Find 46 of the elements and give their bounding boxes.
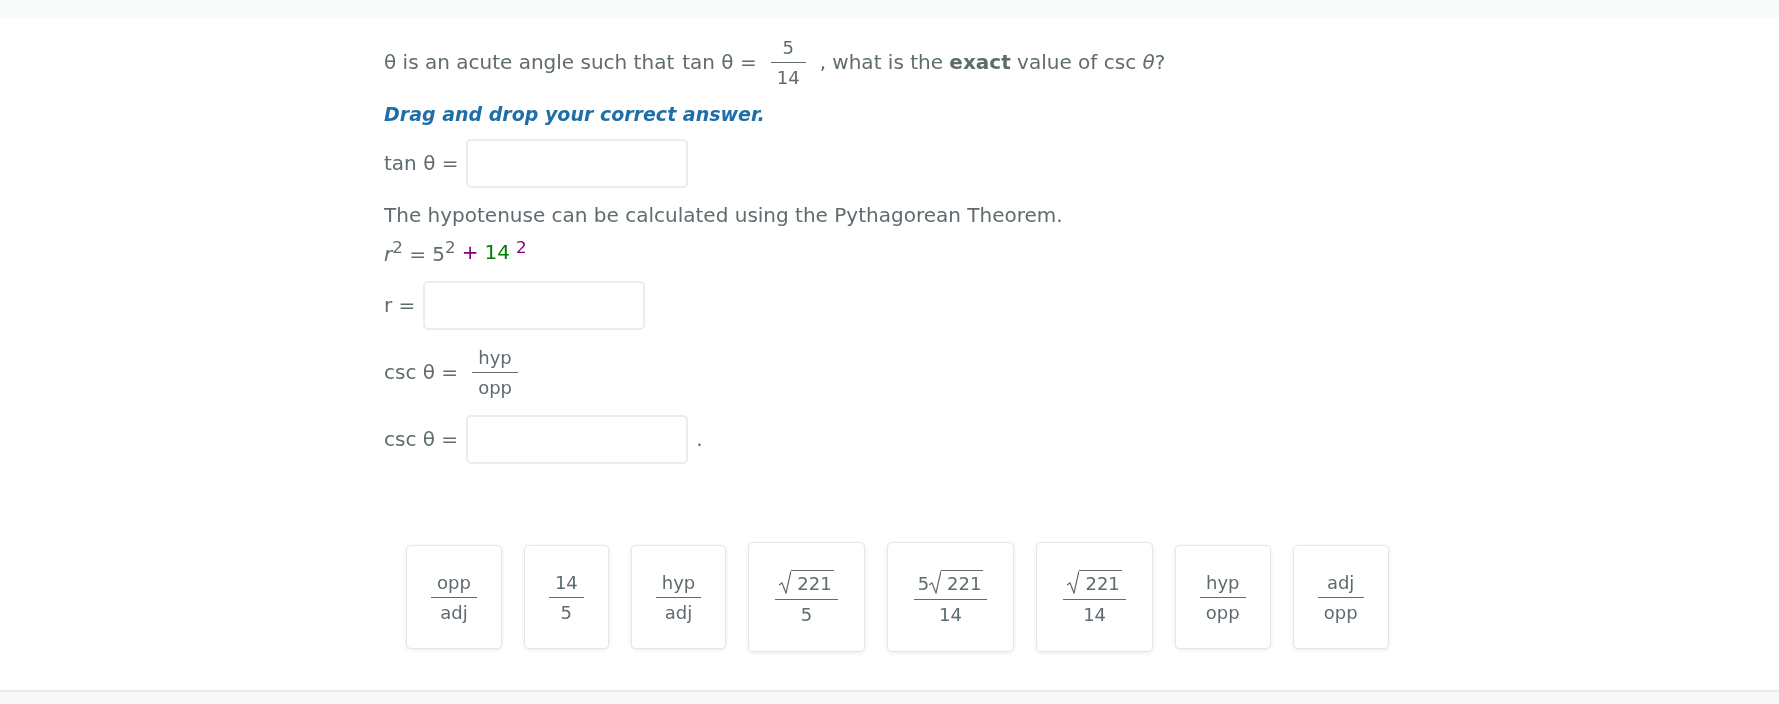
period-text: .: [696, 427, 703, 451]
equation-label: r =: [384, 293, 416, 317]
square-root-icon: [929, 569, 942, 594]
denominator-text: 14: [770, 61, 806, 88]
answer-tile[interactable]: opp adj: [406, 545, 502, 649]
radicand-text: 221: [941, 569, 984, 594]
numerator-text: opp: [436, 571, 472, 595]
question-text: θ is an acute angle such that: [384, 50, 675, 74]
equation-term: r$^{2}$ = 5$^{2}$: [384, 238, 456, 266]
answer-tile[interactable]: hyp adj: [630, 545, 727, 649]
answer-tile[interactable]: 5 221 14: [886, 542, 1015, 652]
denominator-text: opp: [1317, 596, 1364, 623]
instruction-text: Drag and drop your correct answer.: [384, 103, 766, 125]
numerator-text: adj: [1325, 571, 1356, 595]
answer-tile[interactable]: 221 14: [1036, 542, 1153, 652]
denominator-text: 14: [1063, 598, 1126, 625]
denominator-text: 5: [548, 596, 584, 623]
square-root-icon: [1067, 569, 1080, 594]
square-root-icon: [779, 569, 792, 594]
denominator-text: 5: [775, 598, 838, 625]
denominator-text: opp: [472, 371, 518, 398]
equation-label: tan θ =: [682, 50, 757, 74]
numerator-text: 14: [553, 571, 579, 595]
coefficient-text: 5: [917, 572, 930, 594]
answer-tile[interactable]: 221 5: [748, 542, 865, 652]
equation-label: csc θ =: [384, 360, 459, 384]
question-text: , what is the exact value of csc θ?: [819, 50, 1166, 74]
denominator-text: 14: [913, 598, 988, 625]
answer-tile[interactable]: hyp opp: [1174, 545, 1271, 649]
radicand-text: 221: [1079, 569, 1122, 594]
denominator-text: adj: [431, 596, 477, 623]
equation-label: csc θ =: [384, 427, 459, 451]
denominator-text: opp: [1199, 596, 1246, 623]
answer-tile[interactable]: 14 5: [523, 545, 609, 649]
equation-term: +: [461, 240, 479, 264]
numerator-text: 5: [781, 36, 795, 60]
numerator-text: hyp: [477, 346, 513, 370]
equation-label: tan θ =: [384, 151, 459, 175]
equation-term: 2: [515, 238, 527, 260]
denominator-text: adj: [655, 596, 702, 623]
numerator-text: hyp: [660, 571, 697, 595]
explanation-text: The hypotenuse can be calculated using the Pythagorean Theorem.: [384, 203, 1063, 227]
equation-term: 14: [484, 240, 510, 264]
radicand-text: 221: [791, 569, 834, 594]
answer-tile[interactable]: adj opp: [1292, 545, 1389, 649]
numerator-text: hyp: [1205, 571, 1241, 595]
